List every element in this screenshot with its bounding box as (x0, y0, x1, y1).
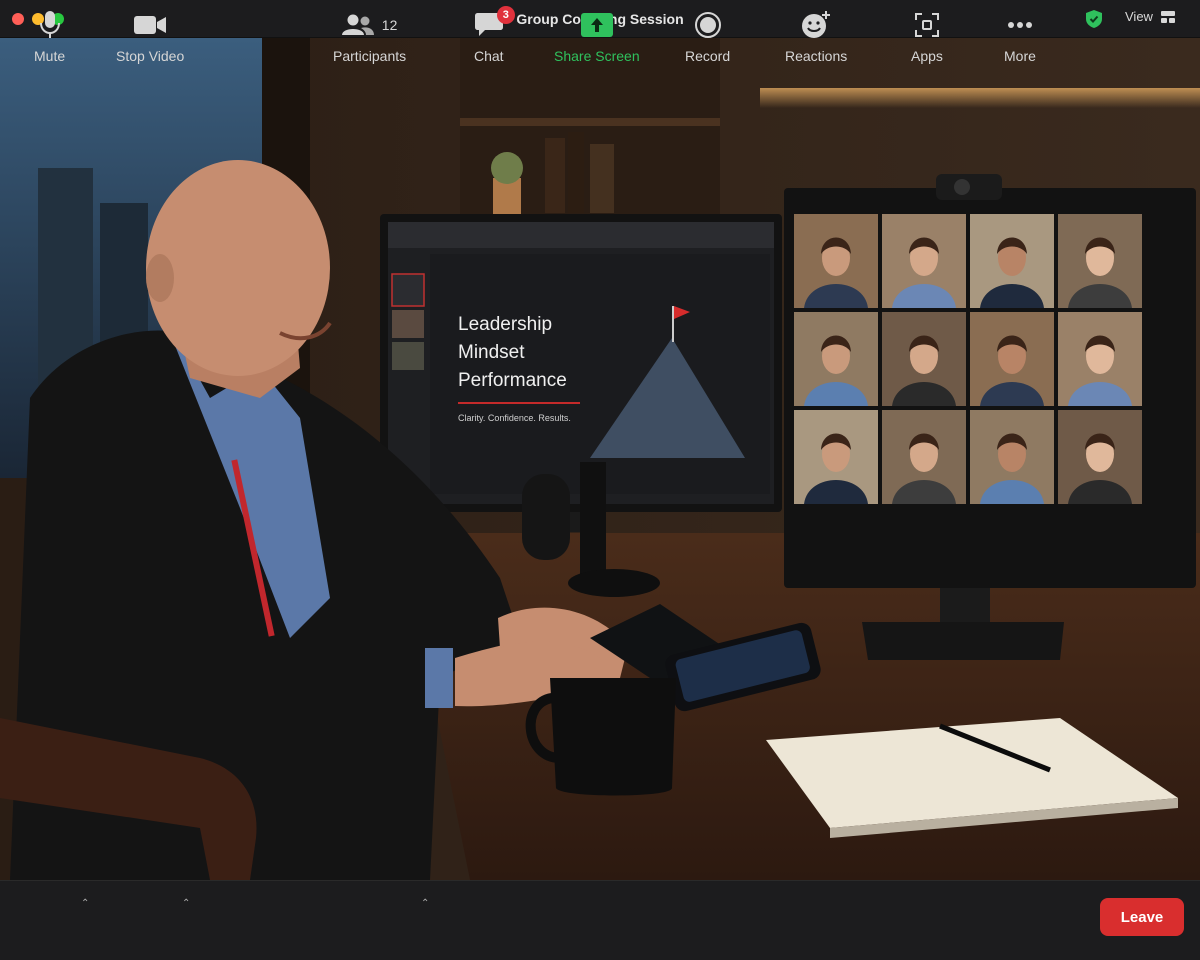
record-label: Record (685, 48, 731, 64)
participant-tile[interactable] (882, 312, 966, 406)
video-stage: Leadership Mindset Performance Clarity. … (0, 38, 1200, 880)
participants-label: Participants (333, 48, 407, 64)
chat-icon: 3 (474, 6, 515, 42)
leave-button[interactable]: Leave (1100, 898, 1184, 936)
shelf-light (760, 88, 1200, 108)
monitor-stand (862, 622, 1064, 660)
record-icon (694, 8, 722, 42)
microphone (522, 474, 570, 560)
speaker-video: Leadership Mindset Performance Clarity. … (0, 38, 1200, 880)
more-label: More (1004, 48, 1036, 64)
apps-icon (914, 8, 939, 42)
participant-tile[interactable] (970, 410, 1054, 504)
reactions-button[interactable]: Reactions (785, 8, 847, 64)
mute-button[interactable]: Mute (34, 8, 65, 64)
stop-video-label: Stop Video (116, 48, 185, 64)
stop-video-button[interactable]: Stop Video (116, 8, 184, 64)
participant-tile[interactable] (794, 312, 878, 406)
participants-icon: 12 (341, 8, 398, 42)
share-screen-label: Share Screen (554, 48, 640, 64)
security-shield-icon[interactable] (1086, 10, 1102, 28)
chat-label: Chat (474, 48, 504, 64)
video-options-caret[interactable]: ⌃ (182, 898, 190, 909)
participant-tile[interactable] (1058, 312, 1142, 406)
participants-button[interactable]: 12 Participants (333, 8, 406, 64)
coffee-mug (550, 678, 676, 796)
chat-unread-badge: 3 (496, 6, 515, 24)
participant-tile[interactable] (1058, 410, 1142, 504)
microphone-icon (39, 8, 60, 42)
participant-tile[interactable] (970, 312, 1054, 406)
view-button[interactable]: View (1125, 9, 1175, 24)
slide-tagline: Clarity. Confidence. Results. (458, 413, 571, 423)
participant-tile[interactable] (794, 214, 878, 308)
participant-count: 12 (381, 17, 398, 33)
slide-line-1: Leadership (458, 314, 552, 335)
apps-label: Apps (911, 48, 943, 64)
speaker-head (146, 160, 330, 376)
reactions-label: Reactions (785, 48, 848, 64)
meeting-toolbar (0, 880, 1200, 960)
participant-tile[interactable] (1058, 214, 1142, 308)
share-screen-button[interactable]: Share Screen (554, 8, 640, 64)
smiley-reaction-icon (801, 8, 831, 42)
video-camera-icon (134, 8, 167, 42)
slide-line-2: Mindset (458, 342, 525, 363)
record-button[interactable]: Record (685, 8, 730, 64)
chat-button[interactable]: 3 Chat (474, 6, 515, 64)
audio-options-caret[interactable]: ⌃ (81, 898, 89, 909)
participant-tile[interactable] (882, 410, 966, 504)
more-button[interactable]: More (1004, 8, 1036, 64)
view-label: View (1125, 9, 1153, 24)
apps-button[interactable]: Apps (911, 8, 943, 64)
mute-label: Mute (34, 48, 66, 64)
participant-tile[interactable] (970, 214, 1054, 308)
participants-options-caret[interactable]: ⌃ (421, 898, 429, 909)
participant-tile[interactable] (794, 410, 878, 504)
more-dots-icon (1007, 8, 1033, 42)
share-screen-icon (580, 8, 613, 42)
grid-view-icon (1160, 10, 1175, 23)
participant-tile[interactable] (882, 214, 966, 308)
slide-line-3: Performance (458, 370, 567, 391)
